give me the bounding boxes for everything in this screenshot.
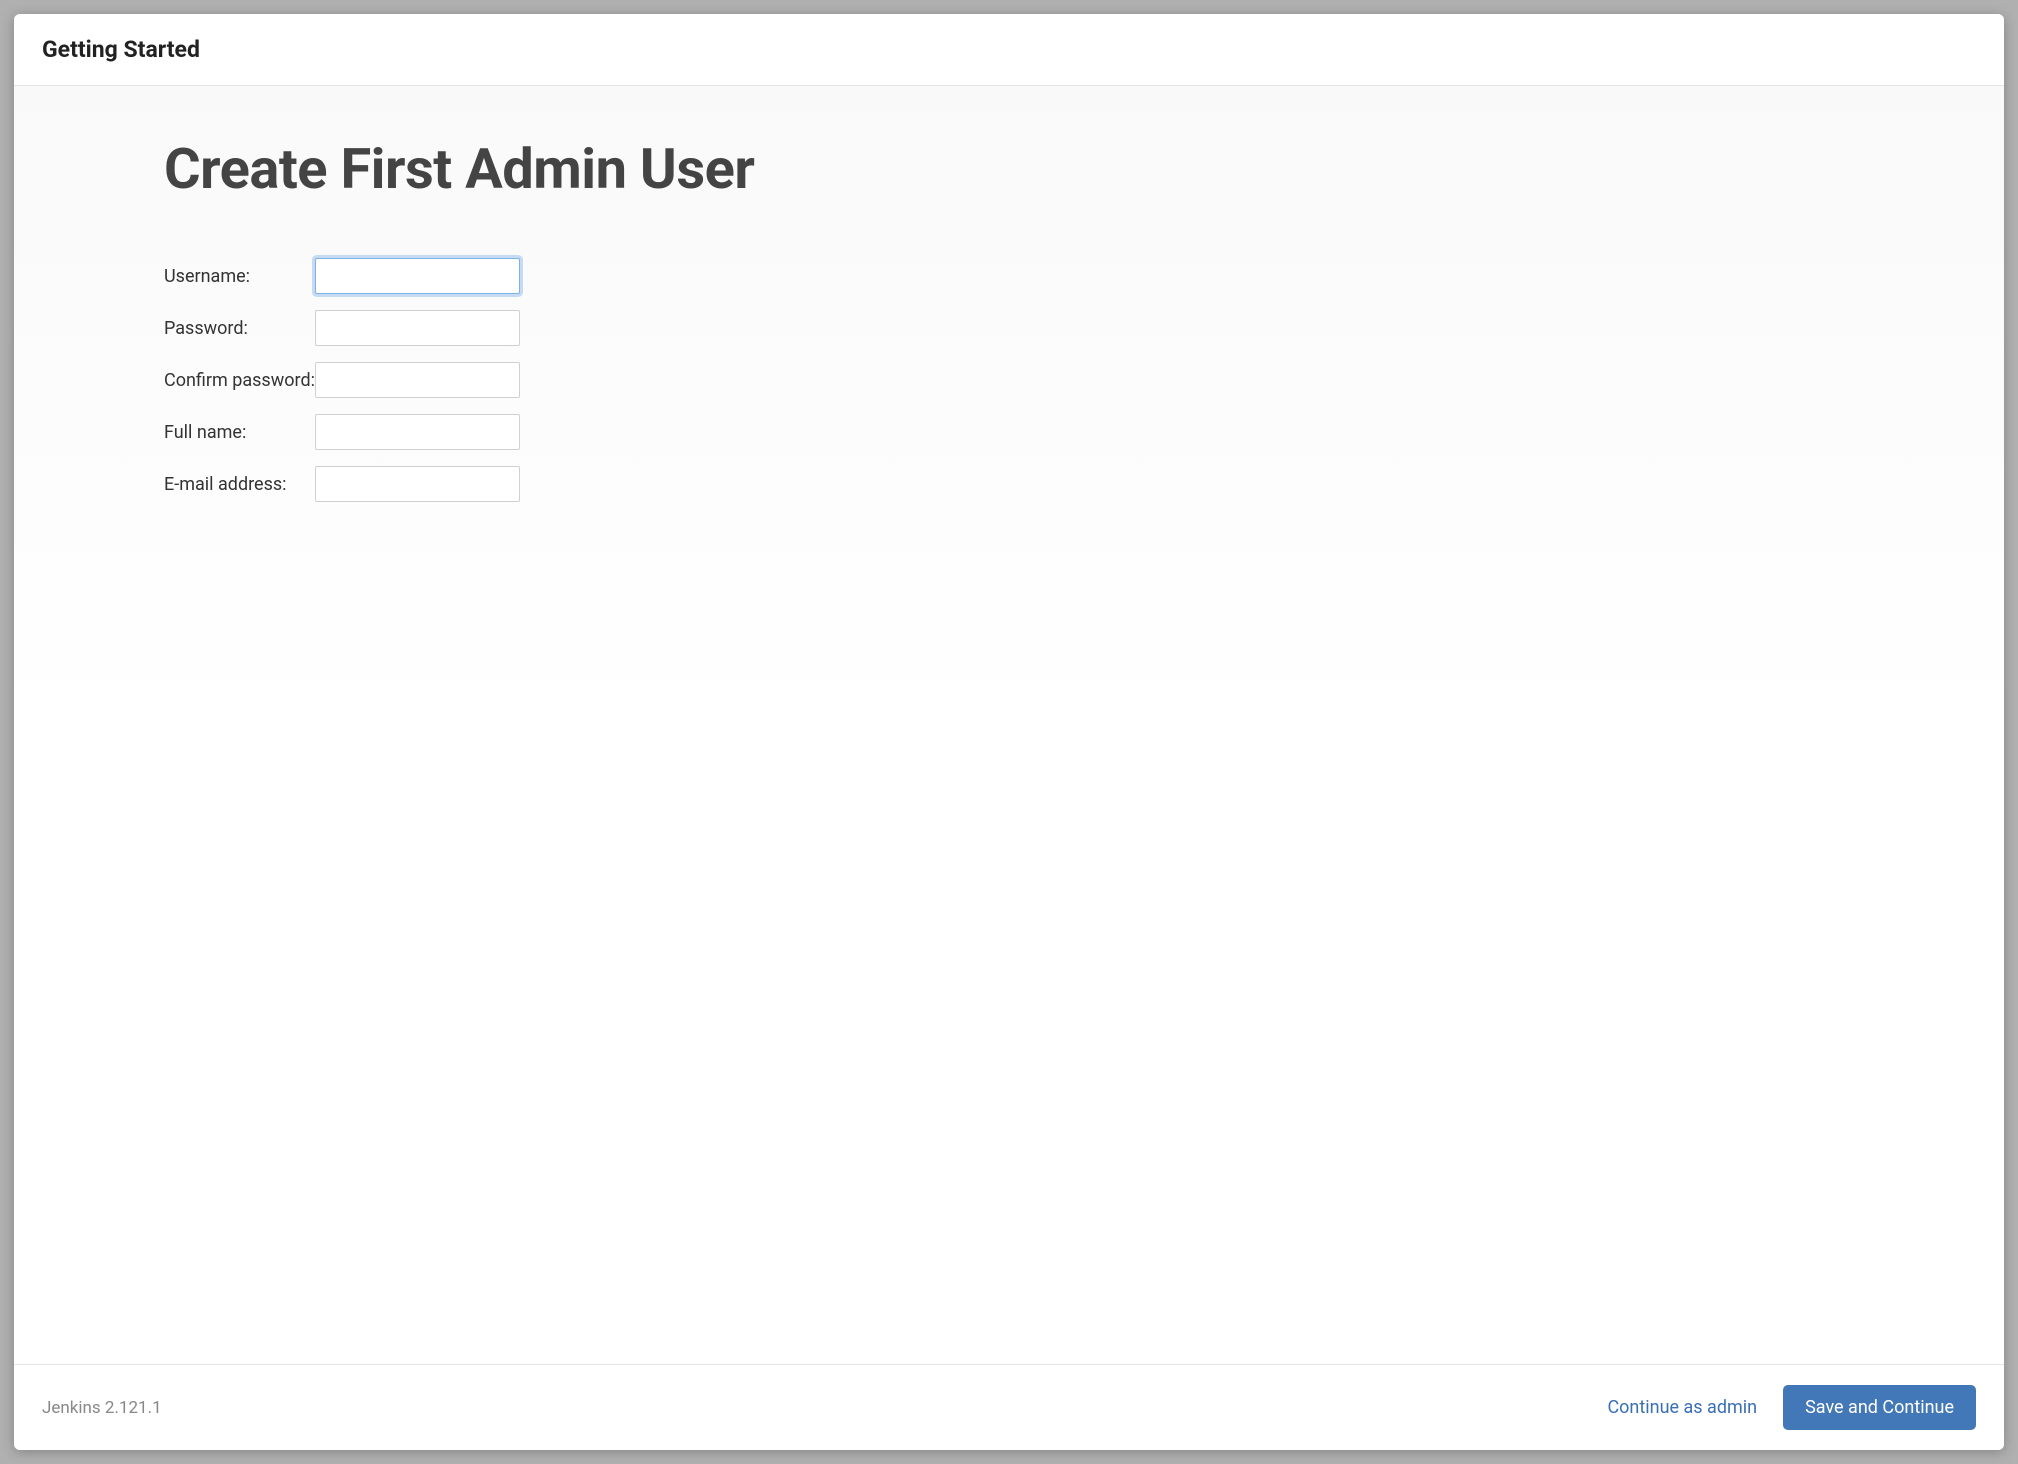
full-name-label: Full name: bbox=[164, 414, 315, 450]
username-input[interactable] bbox=[315, 258, 520, 294]
header-title: Getting Started bbox=[42, 36, 1976, 63]
email-input[interactable] bbox=[315, 466, 520, 502]
version-label: Jenkins 2.121.1 bbox=[42, 1398, 162, 1418]
confirm-password-label: Confirm password: bbox=[164, 362, 315, 398]
content-inner: Create First Admin User Username: Passwo… bbox=[14, 136, 2004, 518]
save-and-continue-button[interactable]: Save and Continue bbox=[1783, 1385, 1976, 1430]
confirm-password-input[interactable] bbox=[315, 362, 520, 398]
password-input[interactable] bbox=[315, 310, 520, 346]
form-row-username: Username: bbox=[164, 258, 520, 294]
admin-user-form: Username: Password: Confirm password: Fu… bbox=[164, 242, 520, 518]
modal-header: Getting Started bbox=[14, 14, 2004, 86]
continue-as-admin-button[interactable]: Continue as admin bbox=[1603, 1389, 1761, 1426]
modal-content: Create First Admin User Username: Passwo… bbox=[14, 86, 2004, 1364]
form-row-confirm-password: Confirm password: bbox=[164, 362, 520, 398]
page-title: Create First Admin User bbox=[164, 136, 2004, 202]
form-row-full-name: Full name: bbox=[164, 414, 520, 450]
form-row-email: E-mail address: bbox=[164, 466, 520, 502]
email-label: E-mail address: bbox=[164, 466, 315, 502]
setup-wizard-modal: Getting Started Create First Admin User … bbox=[14, 14, 2004, 1450]
username-label: Username: bbox=[164, 258, 315, 294]
form-row-password: Password: bbox=[164, 310, 520, 346]
footer-actions: Continue as admin Save and Continue bbox=[1603, 1385, 1976, 1430]
full-name-input[interactable] bbox=[315, 414, 520, 450]
modal-footer: Jenkins 2.121.1 Continue as admin Save a… bbox=[14, 1364, 2004, 1450]
password-label: Password: bbox=[164, 310, 315, 346]
